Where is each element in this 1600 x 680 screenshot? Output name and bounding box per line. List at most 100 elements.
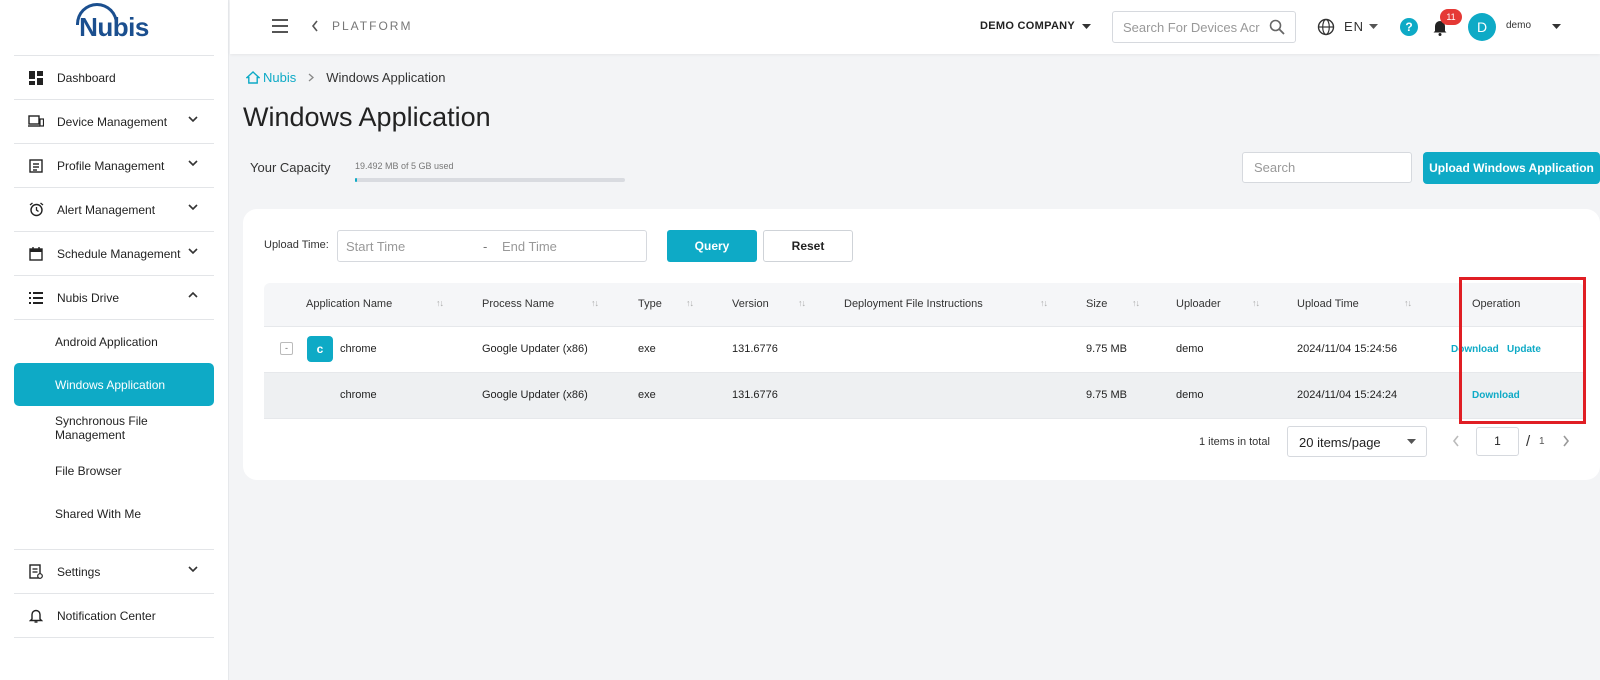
sidebar-item-label: Notification Center	[57, 608, 156, 623]
bell-icon	[28, 608, 44, 624]
application-search	[1242, 152, 1412, 183]
sidebar-item-nubis-drive[interactable]: Nubis Drive	[14, 276, 214, 320]
cell-size: 9.75 MB	[1086, 389, 1127, 401]
sidebar-item-label: Schedule Management	[57, 246, 181, 261]
sidebar-item-dashboard[interactable]: Dashboard	[14, 56, 214, 100]
sidebar-item-label: Settings	[57, 564, 101, 579]
column-deployment-file-instructions[interactable]: Deployment File Instructions	[844, 298, 983, 310]
sidebar-item-label: Dashboard	[57, 70, 116, 85]
sort-icon[interactable]: ↑↓	[798, 298, 806, 308]
sort-icon[interactable]: ↑↓	[686, 298, 694, 308]
start-time-input[interactable]: Start Time	[338, 239, 483, 254]
hamburger-menu-icon[interactable]	[272, 19, 288, 33]
cell-application-name: chrome	[340, 389, 377, 401]
sidebar-item-settings[interactable]: Settings	[14, 550, 214, 594]
page-separator: /	[1526, 433, 1531, 450]
application-search-input[interactable]	[1254, 153, 1404, 182]
language-selector[interactable]: EN	[1344, 19, 1364, 34]
upload-time-label: Upload Time:	[264, 239, 329, 251]
alarm-icon	[28, 202, 44, 218]
column-upload-time[interactable]: Upload Time	[1297, 298, 1359, 310]
download-link[interactable]: Download	[1451, 344, 1499, 355]
column-application-name[interactable]: Application Name	[306, 298, 392, 310]
settings-icon	[28, 564, 44, 580]
capacity-progress-fill	[355, 178, 357, 182]
chevron-down-icon	[188, 116, 198, 123]
search-icon[interactable]	[1269, 19, 1285, 35]
current-page-input[interactable]: 1	[1476, 427, 1519, 456]
breadcrumb-current: Windows Application	[326, 70, 446, 85]
sidebar-item-profile-management[interactable]: Profile Management	[14, 144, 214, 188]
caret-down-icon	[1407, 439, 1416, 444]
column-process-name[interactable]: Process Name	[482, 298, 554, 310]
sidebar-subitem-synchronous-file-management[interactable]: Synchronous File Management	[14, 406, 214, 449]
chevron-down-icon	[188, 204, 198, 211]
company-selector[interactable]: DEMO COMPANY	[980, 20, 1075, 32]
sort-icon[interactable]: ↑↓	[591, 298, 599, 308]
sort-icon[interactable]: ↑↓	[436, 298, 444, 308]
header-search-input[interactable]	[1123, 12, 1263, 42]
table-row: - c chrome Google Updater (x86) exe 131.…	[264, 327, 1584, 373]
logo[interactable]: Nubis	[14, 0, 214, 56]
end-time-input[interactable]: End Time	[502, 239, 557, 254]
chevron-down-icon	[188, 566, 198, 573]
capacity-label: Your Capacity	[250, 160, 331, 175]
items-per-page-select[interactable]: 20 items/page	[1287, 426, 1427, 457]
cloud-logo-icon	[76, 3, 119, 25]
table-header: Application Name ↑↓ Process Name ↑↓ Type…	[264, 283, 1584, 327]
sort-icon[interactable]: ↑↓	[1252, 298, 1260, 308]
cell-type: exe	[638, 343, 656, 355]
drive-icon	[28, 290, 44, 306]
collapse-row-icon[interactable]: -	[280, 342, 293, 355]
upload-time-range-picker[interactable]: Start Time - End Time	[337, 230, 647, 262]
column-type[interactable]: Type	[638, 298, 662, 310]
sort-icon[interactable]: ↑↓	[1404, 298, 1412, 308]
query-button[interactable]: Query	[667, 230, 757, 262]
breadcrumb-home[interactable]: Nubis	[246, 70, 296, 85]
cell-type: exe	[638, 389, 656, 401]
download-link[interactable]: Download	[1472, 390, 1520, 401]
sidebar-item-schedule-management[interactable]: Schedule Management	[14, 232, 214, 276]
globe-icon[interactable]	[1317, 18, 1335, 36]
sidebar-subitem-file-browser[interactable]: File Browser	[14, 449, 214, 492]
total-pages: 1	[1539, 436, 1545, 447]
column-size[interactable]: Size	[1086, 298, 1107, 310]
total-items-count: 1 items in total	[1199, 436, 1270, 448]
cell-version: 131.6776	[732, 343, 778, 355]
column-version[interactable]: Version	[732, 298, 769, 310]
platform-label[interactable]: PLATFORM	[332, 19, 412, 33]
capacity-progress-bar	[355, 178, 625, 182]
upload-windows-application-button[interactable]: Upload Windows Application	[1423, 152, 1600, 184]
column-uploader[interactable]: Uploader	[1176, 298, 1221, 310]
cell-process-name: Google Updater (x86)	[482, 343, 588, 355]
capacity-usage-text: 19.492 MB of 5 GB used	[355, 161, 454, 171]
breadcrumb-chevron-icon	[308, 70, 315, 85]
caret-down-icon[interactable]	[1369, 24, 1378, 30]
avatar[interactable]: D	[1468, 13, 1496, 41]
help-icon[interactable]: ?	[1400, 18, 1418, 36]
sidebar-item-alert-management[interactable]: Alert Management	[14, 188, 214, 232]
caret-down-icon[interactable]	[1552, 24, 1561, 30]
sidebar-item-device-management[interactable]: Device Management	[14, 100, 214, 144]
application-table-card: Upload Time: Start Time - End Time Query…	[243, 209, 1600, 480]
sidebar-item-notification-center[interactable]: Notification Center	[14, 594, 214, 638]
chevron-left-icon[interactable]	[311, 20, 319, 32]
sort-icon[interactable]: ↑↓	[1040, 298, 1048, 308]
cell-uploader: demo	[1176, 389, 1204, 401]
applications-table: Application Name ↑↓ Process Name ↑↓ Type…	[264, 283, 1584, 419]
app-icon: c	[307, 336, 333, 362]
update-link[interactable]: Update	[1507, 344, 1541, 355]
reset-button[interactable]: Reset	[763, 230, 853, 262]
sort-icon[interactable]: ↑↓	[1132, 298, 1140, 308]
username[interactable]: demo	[1506, 20, 1531, 31]
previous-page-icon[interactable]	[1452, 434, 1460, 450]
cell-version: 131.6776	[732, 389, 778, 401]
sidebar-subitem-windows-application[interactable]: Windows Application	[14, 363, 214, 406]
next-page-icon[interactable]	[1562, 434, 1570, 450]
sidebar-subitem-shared-with-me[interactable]: Shared With Me	[14, 492, 214, 535]
sidebar: Nubis Dashboard Device Management Profil…	[0, 0, 229, 680]
column-operation: Operation	[1472, 298, 1521, 310]
home-icon	[246, 71, 260, 84]
sidebar-subitem-android-application[interactable]: Android Application	[14, 320, 214, 363]
caret-down-icon[interactable]	[1082, 24, 1091, 30]
